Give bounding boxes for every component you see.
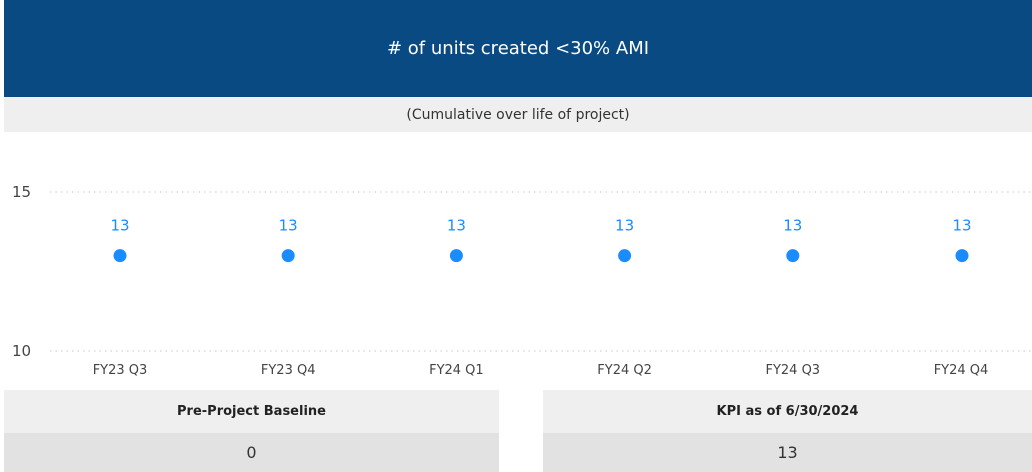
data-label: 13 <box>615 217 634 235</box>
x-tick-label: FY24 Q3 <box>765 363 820 378</box>
data-label: 13 <box>952 217 971 235</box>
chart-header: # of units created <30% AMI <box>4 0 1032 97</box>
y-tick-label-15: 15 <box>12 183 31 201</box>
current-kpi-label: KPI as of 6/30/2024 <box>543 390 1032 433</box>
current-kpi-card: KPI as of 6/30/2024 13 <box>543 390 1032 472</box>
baseline-kpi-label: Pre-Project Baseline <box>4 390 499 433</box>
data-label: 13 <box>110 217 129 235</box>
data-point <box>281 249 295 263</box>
data-point <box>955 249 969 263</box>
chart-subheader: (Cumulative over life of project) <box>4 97 1032 132</box>
baseline-kpi-value: 0 <box>4 433 499 472</box>
x-tick-label: FY24 Q2 <box>597 363 652 378</box>
data-label: 13 <box>279 217 298 235</box>
chart-area: 10 15 FY23 Q3 FY23 Q4 FY24 Q1 FY24 Q2 FY24 Q3 F… <box>0 132 1032 385</box>
chart-title: # of units created <30% AMI <box>386 38 650 59</box>
chart-subtitle: (Cumulative over life of project) <box>406 106 630 123</box>
data-point <box>113 249 127 263</box>
x-tick-label: FY24 Q4 <box>934 363 989 378</box>
x-tick-label: FY23 Q4 <box>261 363 316 378</box>
current-kpi-value: 13 <box>543 433 1032 472</box>
baseline-kpi-card: Pre-Project Baseline 0 <box>4 390 499 472</box>
scatter-chart: 10 15 FY23 Q3 FY23 Q4 FY24 Q1 FY24 Q2 FY24 Q3 F… <box>12 183 1032 378</box>
y-tick-label-10: 10 <box>12 342 31 360</box>
x-tick-label: FY24 Q1 <box>429 363 484 378</box>
data-point <box>786 249 800 263</box>
data-point <box>449 249 463 263</box>
data-label: 13 <box>447 217 466 235</box>
data-label: 13 <box>783 217 802 235</box>
data-point <box>618 249 632 263</box>
x-tick-label: FY23 Q3 <box>93 363 148 378</box>
